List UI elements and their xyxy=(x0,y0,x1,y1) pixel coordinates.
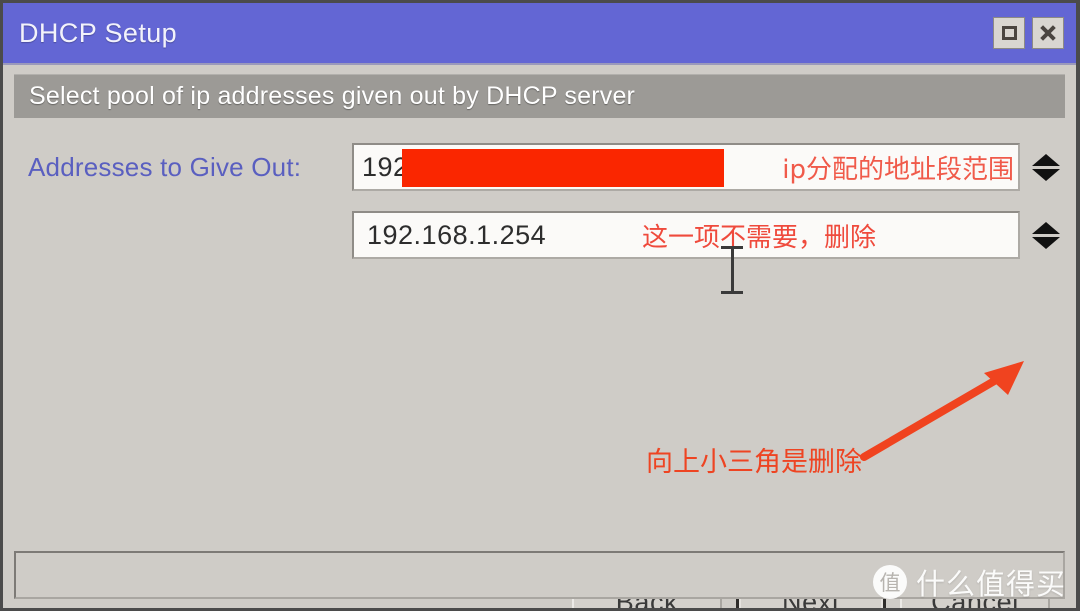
maximize-icon xyxy=(1001,26,1017,40)
banner-container: Select pool of ip addresses given out by… xyxy=(3,65,1076,118)
window-titlebar: DHCP Setup xyxy=(3,3,1076,65)
increment-triangle-icon[interactable] xyxy=(1032,153,1060,166)
annotation-delete-note: 这一项不需要，删除 xyxy=(642,222,877,253)
address-start-input[interactable]: 19 252 ip分配的地址段范围 xyxy=(352,143,1020,191)
redaction-block xyxy=(402,149,724,187)
address-start-spinner[interactable] xyxy=(1027,143,1065,191)
add-entry-triangle-icon[interactable] xyxy=(1032,236,1060,249)
delete-entry-triangle-icon[interactable] xyxy=(1032,221,1060,234)
address-start-prefix: 19 xyxy=(362,151,394,182)
status-bar xyxy=(14,551,1065,599)
screen: DHCP Setup Select pool of ip addresses g… xyxy=(0,0,1080,611)
address-end-value: 192.168.1.254 xyxy=(367,219,547,250)
close-button[interactable] xyxy=(1032,17,1064,49)
close-icon xyxy=(1039,24,1057,42)
instruction-banner: Select pool of ip addresses given out by… xyxy=(14,74,1065,118)
annotation-triangle-note: 向上小三角是删除 xyxy=(646,447,862,478)
window-controls xyxy=(993,17,1064,49)
instruction-text: Select pool of ip addresses given out by… xyxy=(29,82,636,110)
annotation-ip-range: ip分配的地址段范围 xyxy=(782,154,1014,185)
address-range-end-row: 192.168.1.254 这一项不需要，删除 xyxy=(14,211,1065,259)
window-title: DHCP Setup xyxy=(19,17,178,48)
form-body: Addresses to Give Out: 19 252 ip分配的地址段范围… xyxy=(3,118,1076,608)
maximize-button[interactable] xyxy=(993,17,1025,49)
address-range-start-row: Addresses to Give Out: 19 252 ip分配的地址段范围 xyxy=(14,143,1065,191)
address-end-input[interactable]: 192.168.1.254 这一项不需要，删除 xyxy=(352,211,1020,259)
decrement-triangle-icon[interactable] xyxy=(1032,168,1060,181)
address-end-spinner[interactable] xyxy=(1027,211,1065,259)
annotation-arrow-icon xyxy=(860,361,1024,461)
addresses-to-give-out-label: Addresses to Give Out: xyxy=(28,151,302,182)
dhcp-setup-window: DHCP Setup Select pool of ip addresses g… xyxy=(0,0,1080,611)
